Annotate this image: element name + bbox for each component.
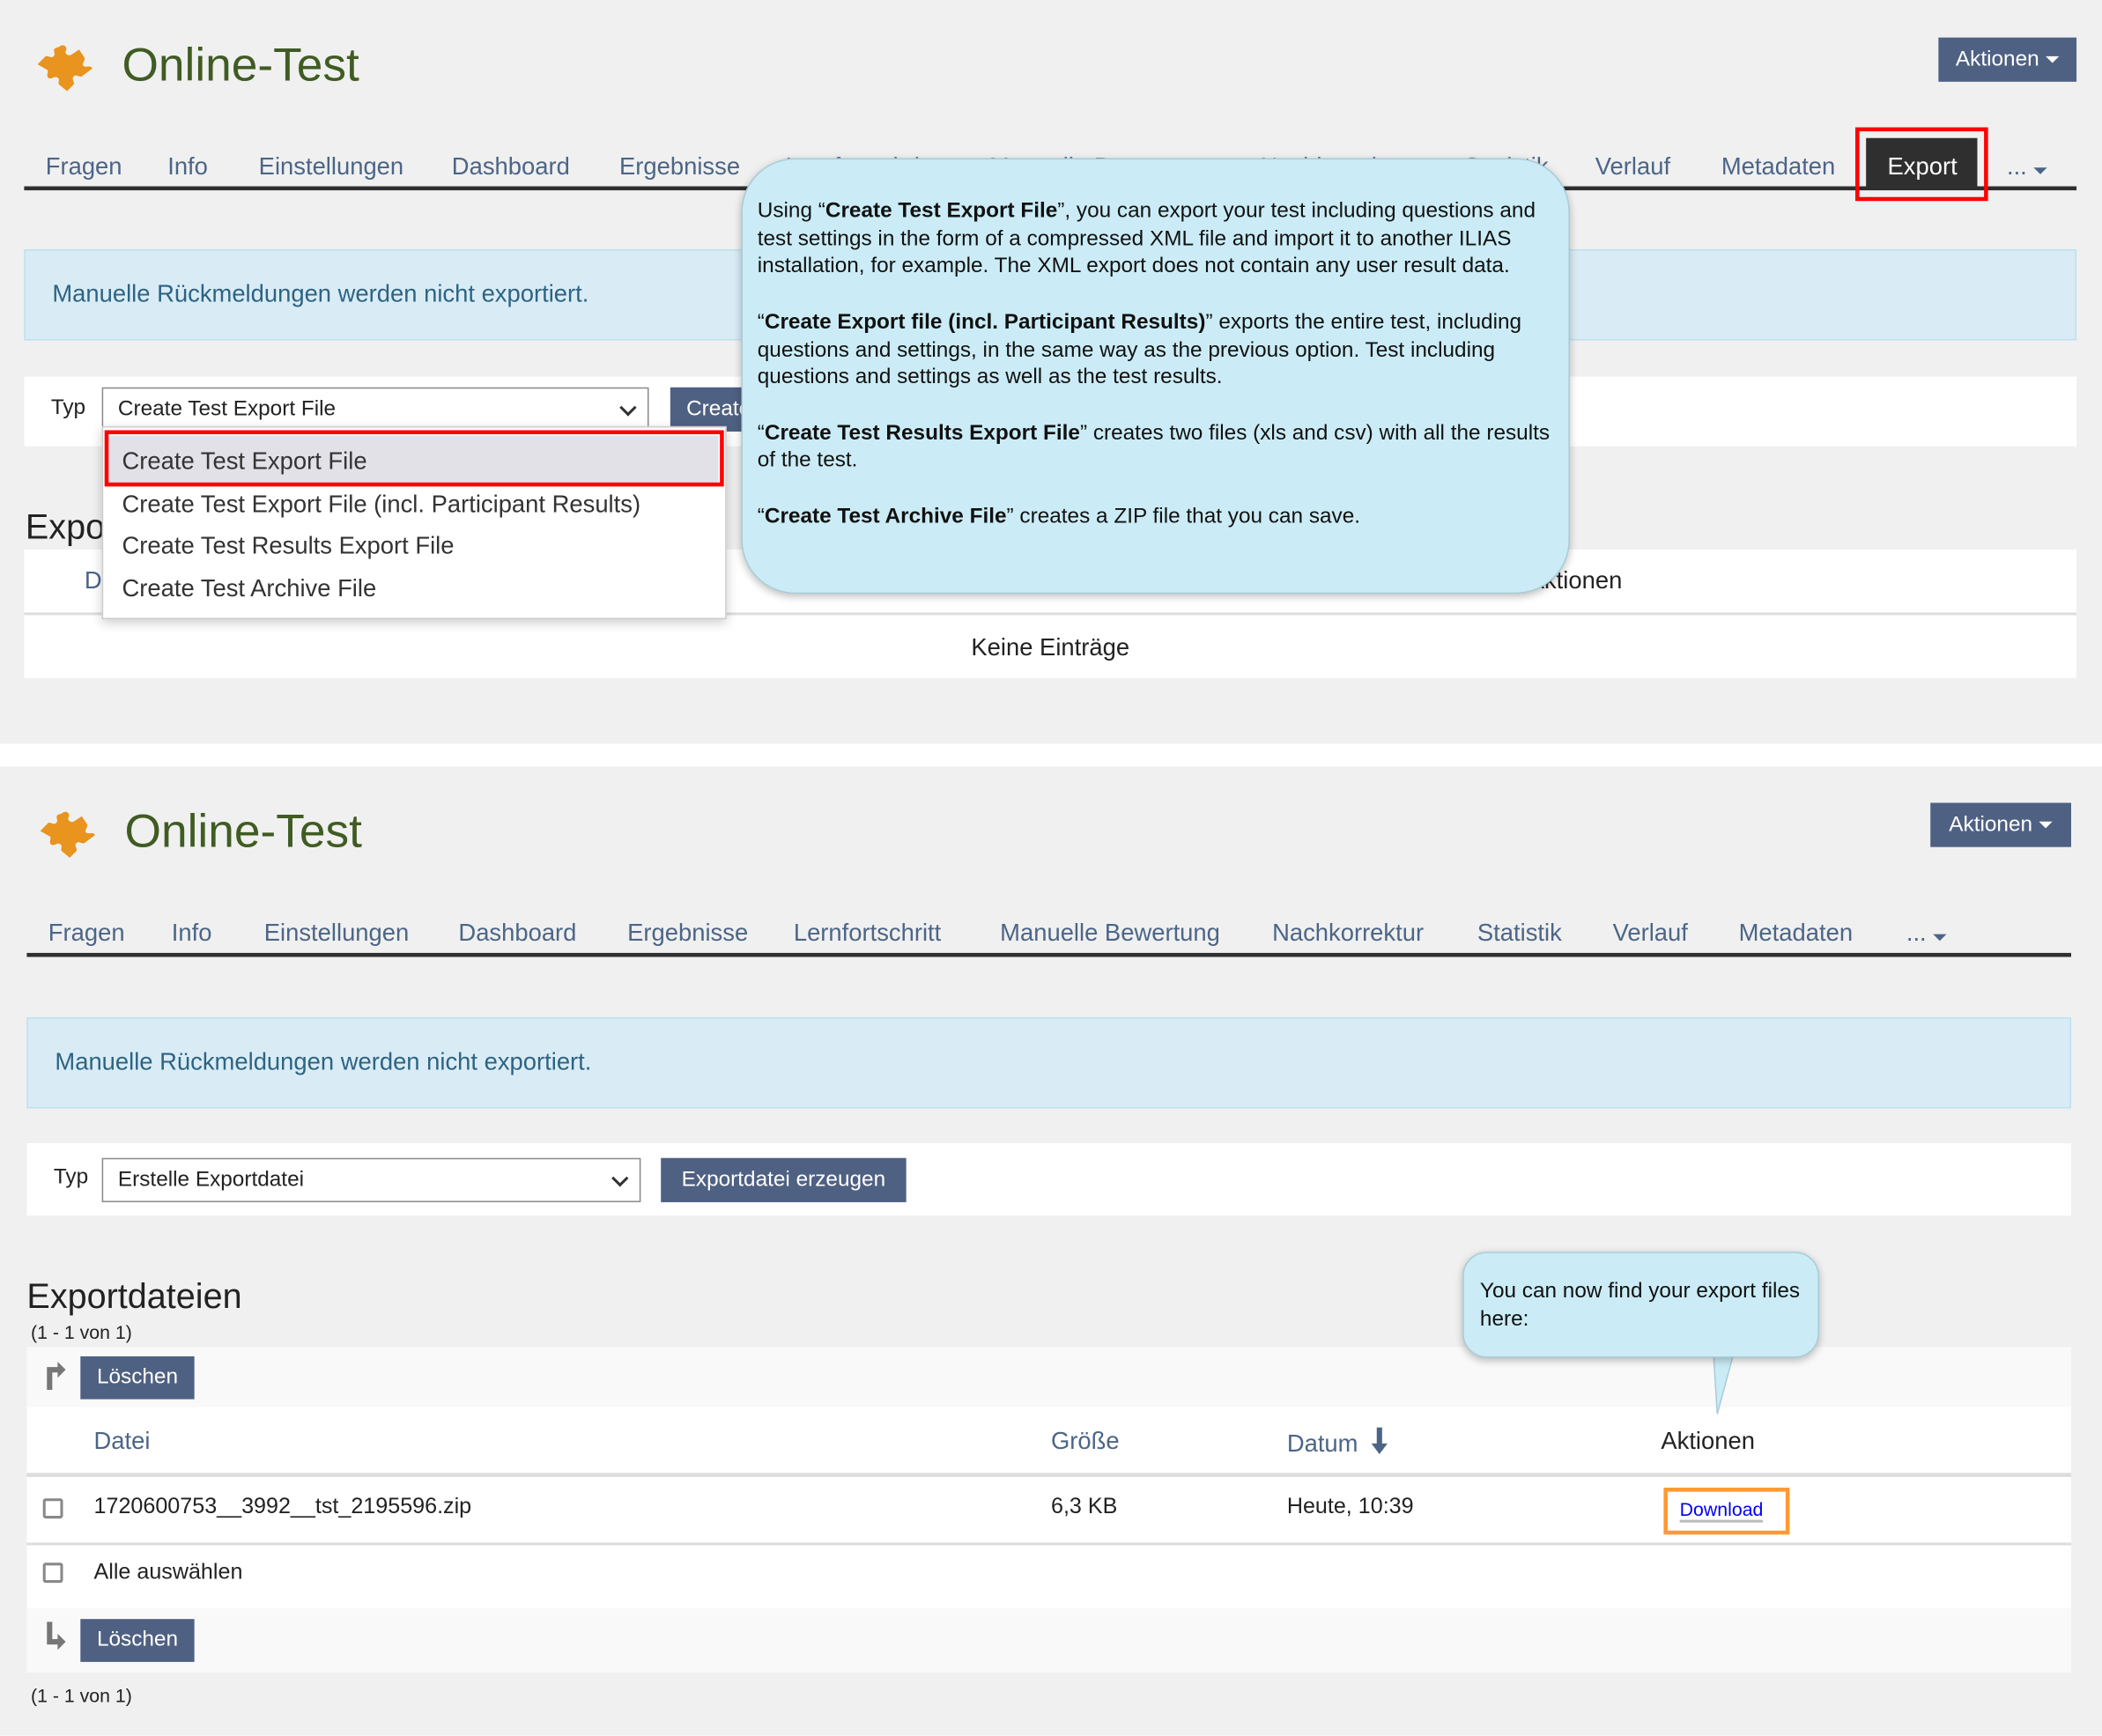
aktionen-button[interactable]: Aktionen <box>1938 37 2077 82</box>
row-checkbox[interactable] <box>42 1498 63 1519</box>
delete-button-bottom[interactable]: Löschen <box>80 1619 195 1662</box>
caret-down-icon <box>2046 55 2060 63</box>
tab-more[interactable]: ... <box>2007 152 2047 181</box>
tab-ergebnisse[interactable]: Ergebnisse <box>627 920 748 948</box>
tab-info[interactable]: Info <box>167 152 208 181</box>
tab-fragen[interactable]: Fragen <box>48 920 125 948</box>
arrow-down-right-icon <box>47 1621 66 1651</box>
callout-tail <box>1712 1349 1736 1415</box>
puzzle-icon <box>37 45 93 92</box>
dropdown-option[interactable]: Create Test Results Export File <box>122 532 454 560</box>
dropdown-option[interactable]: Create Test Export File (incl. Participa… <box>122 491 640 519</box>
col-aktionen: Aktionen <box>1661 1427 1755 1455</box>
typ-label: Typ <box>50 396 86 420</box>
caret-down-icon <box>2039 821 2053 829</box>
tab-metadaten[interactable]: Metadaten <box>1721 152 1835 181</box>
divider <box>26 1542 2071 1546</box>
arrow-up-right-icon <box>47 1362 66 1390</box>
aktionen-button[interactable]: Aktionen <box>1930 802 2071 847</box>
divider <box>26 1473 2071 1477</box>
aktionen-label: Aktionen <box>1955 48 2039 70</box>
aktionen-label: Aktionen <box>1949 812 2033 836</box>
table-toolbar-bottom <box>26 1608 2071 1673</box>
export-type-select[interactable]: Erstelle Exportdatei <box>101 1157 641 1202</box>
highlight-dropdown-option <box>104 430 724 487</box>
tab-verlauf[interactable]: Verlauf <box>1595 152 1670 181</box>
empty-message: Keine Einträge <box>971 633 1130 661</box>
col-datum-label: Datum <box>1286 1429 1358 1458</box>
file-date: Heute, 10:39 <box>1286 1494 1414 1519</box>
delete-button-top[interactable]: Löschen <box>80 1356 195 1400</box>
tab-more-label: ... <box>1906 919 1927 947</box>
file-name: 1720600753__3992__tst_2195596.zip <box>93 1494 472 1519</box>
tab-underline <box>26 952 2071 957</box>
tab-lernfortschritt[interactable]: Lernfortschritt <box>794 920 941 948</box>
tab-nachkorrektur[interactable]: Nachkorrektur <box>1272 920 1424 948</box>
tab-einstellungen[interactable]: Einstellungen <box>264 920 409 948</box>
page-title: Online-Test <box>122 39 359 92</box>
tab-more-label: ... <box>2006 152 2027 180</box>
callout-paragraph: Using “Create Test Export File”, you can… <box>757 199 1536 278</box>
select-all-checkbox[interactable] <box>42 1562 63 1584</box>
tab-manuelle-bewertung[interactable]: Manuelle Bewertung <box>1000 920 1220 948</box>
chevron-down-icon <box>619 398 637 416</box>
bottom-screenshot: Online-Test Aktionen Fragen Info Einstel… <box>0 766 2102 1736</box>
tab-ergebnisse[interactable]: Ergebnisse <box>619 152 740 181</box>
info-text: Manuelle Rückmeldungen werden nicht expo… <box>52 280 589 307</box>
sort-down-arrow-icon <box>1371 1427 1388 1455</box>
pagination-top: (1 - 1 von 1) <box>30 1321 132 1343</box>
stage: Online-Test Aktionen Fragen Info Einstel… <box>0 0 2102 1736</box>
download-link[interactable]: Download <box>1679 1498 1764 1523</box>
tab-einstellungen[interactable]: Einstellungen <box>259 152 403 181</box>
page-title: Online-Test <box>124 805 362 858</box>
top-screenshot: Online-Test Aktionen Fragen Info Einstel… <box>0 0 2102 744</box>
callout-paragraph: “Create Test Archive File” creates a ZIP… <box>757 505 1361 528</box>
puzzle-icon <box>40 811 96 858</box>
caret-down-icon <box>2033 167 2047 174</box>
tab-info[interactable]: Info <box>172 920 212 948</box>
export-type-select[interactable]: Create Test Export File <box>101 387 649 432</box>
tab-metadaten[interactable]: Metadaten <box>1739 920 1853 948</box>
callout-paragraph: “Create Export file (incl. Participant R… <box>757 310 1522 389</box>
highlight-export-tab <box>1855 127 1988 202</box>
info-message: Manuelle Rückmeldungen werden nicht expo… <box>26 1016 2071 1109</box>
col-datum[interactable]: Datum <box>1286 1427 1389 1459</box>
select-value: Erstelle Exportdatei <box>117 1168 305 1192</box>
create-export-button[interactable]: Exportdatei erzeugen <box>661 1157 907 1202</box>
callout-bubble: Using “Create Test Export File”, you can… <box>741 158 1570 595</box>
info-text: Manuelle Rückmeldungen werden nicht expo… <box>55 1047 592 1075</box>
tab-statistik[interactable]: Statistik <box>1477 920 1562 948</box>
select-value: Create Test Export File <box>117 397 337 421</box>
file-size: 6,3 KB <box>1050 1494 1118 1519</box>
col-datei[interactable]: Datei <box>94 1428 151 1456</box>
tab-fragen[interactable]: Fragen <box>46 152 122 181</box>
typ-label: Typ <box>53 1165 89 1189</box>
callout-bubble: You can now find your export files here: <box>1462 1252 1819 1358</box>
select-all-label[interactable]: Alle auswählen <box>94 1560 243 1585</box>
caret-down-icon <box>1933 934 1947 942</box>
col-groesse[interactable]: Größe <box>1051 1428 1120 1456</box>
tab-verlauf[interactable]: Verlauf <box>1613 920 1688 948</box>
chevron-down-icon <box>611 1169 629 1186</box>
pagination-bottom: (1 - 1 von 1) <box>30 1684 132 1707</box>
section-heading: Exportdateien <box>26 1275 242 1317</box>
tab-dashboard[interactable]: Dashboard <box>452 152 570 181</box>
tab-more[interactable]: ... <box>1906 920 1947 948</box>
dropdown-option[interactable]: Create Test Archive File <box>122 575 376 603</box>
callout-paragraph: “Create Test Results Export File” create… <box>757 421 1551 473</box>
tab-dashboard[interactable]: Dashboard <box>458 920 576 948</box>
